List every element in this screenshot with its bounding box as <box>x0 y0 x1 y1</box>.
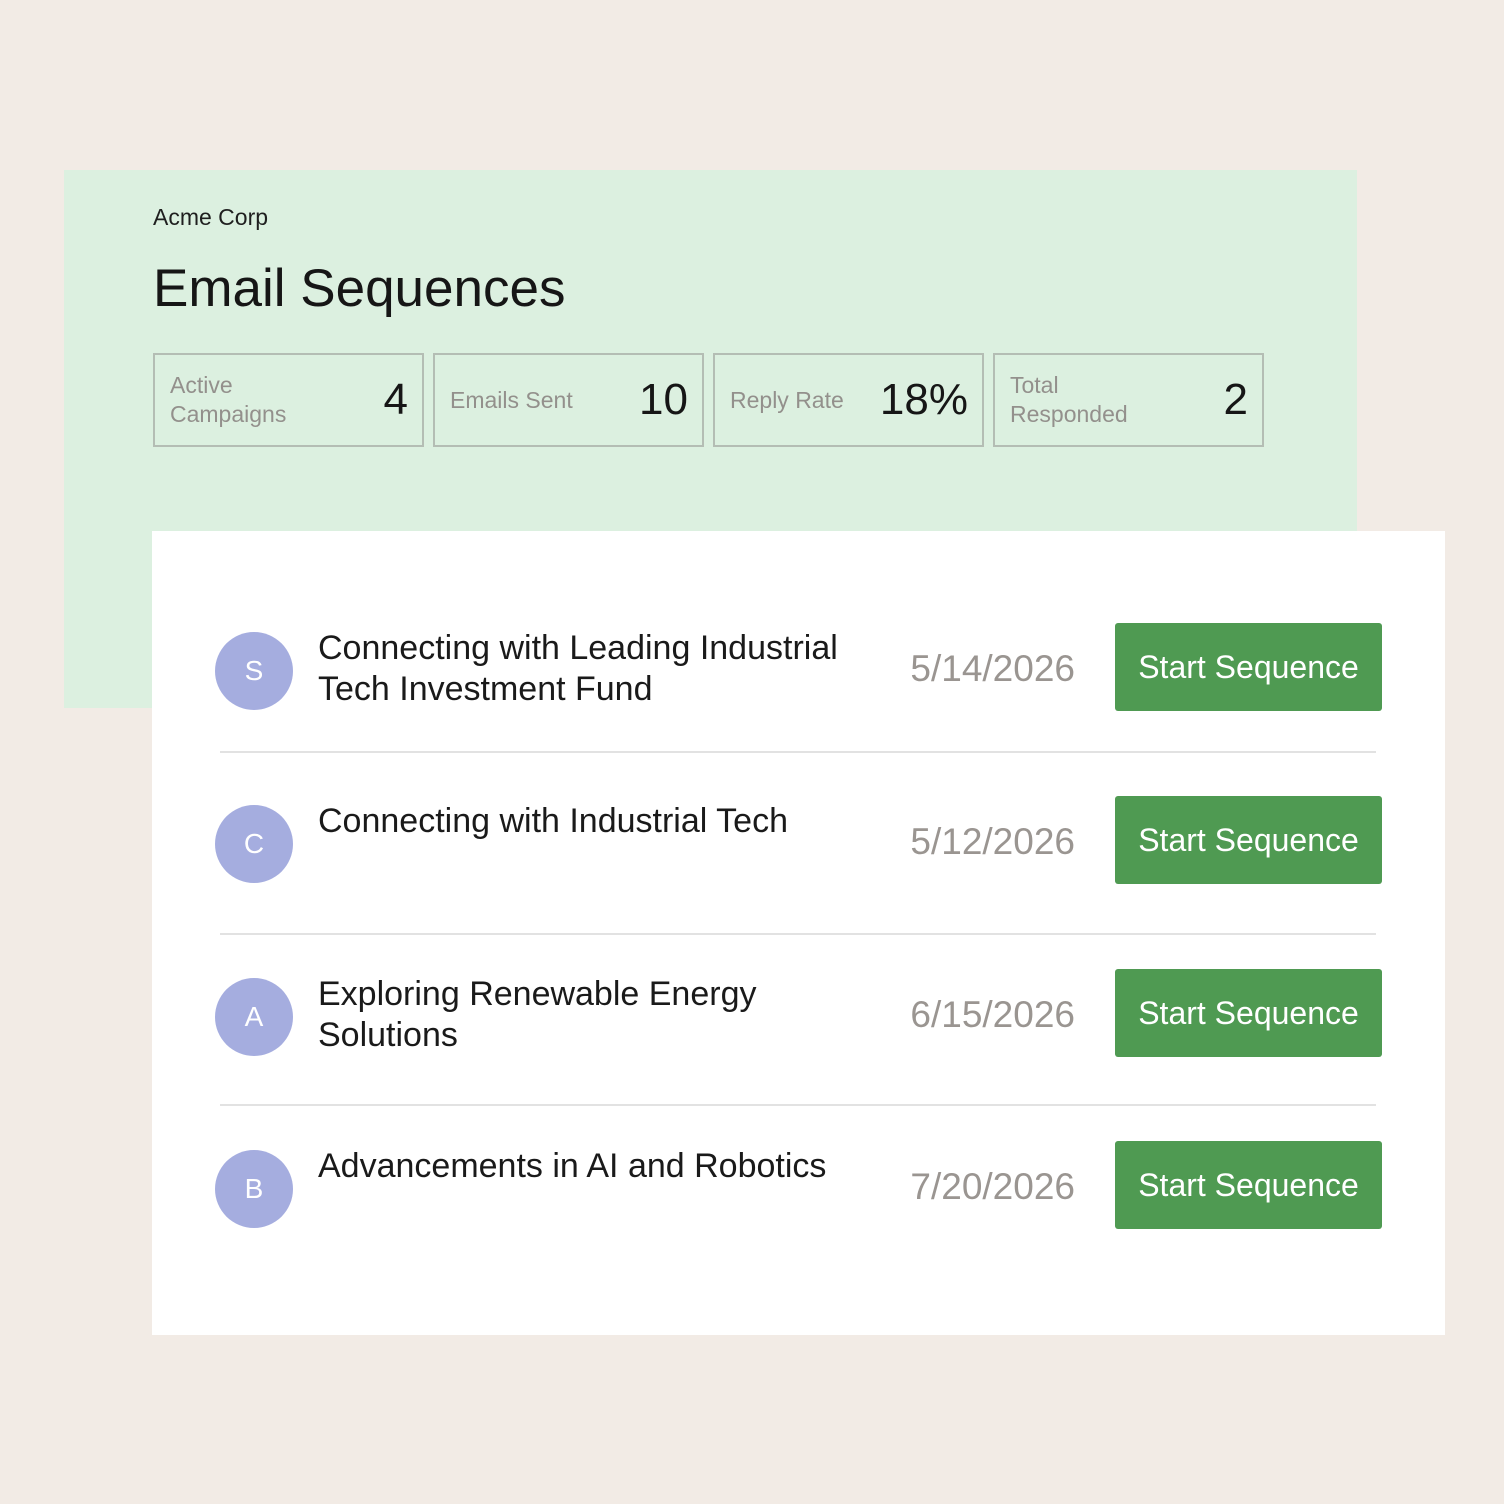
sequence-date: 5/14/2026 <box>910 648 1075 689</box>
sequence-date: 7/20/2026 <box>910 1166 1075 1207</box>
stats-bar: Active Campaigns 4 Emails Sent 10 Reply … <box>153 353 1264 447</box>
avatar: S <box>215 632 293 710</box>
stat-value: 2 <box>1223 375 1248 424</box>
avatar: C <box>215 805 293 883</box>
avatar: B <box>215 1150 293 1228</box>
company-name: Acme Corp <box>153 204 269 230</box>
stat-label: Total Responded <box>1010 372 1128 427</box>
stat-emails-sent: Emails Sent 10 <box>433 353 704 447</box>
row-divider <box>220 1104 1376 1106</box>
sequence-title: Connecting with Leading Industrial Tech … <box>318 629 838 708</box>
stat-value: 4 <box>383 375 408 424</box>
sequence-row: C Connecting with Industrial Tech 5/12/2… <box>215 796 1382 891</box>
start-sequence-button[interactable]: Start Sequence <box>1115 969 1382 1057</box>
stat-label: Emails Sent <box>450 386 573 413</box>
sequence-date: 5/12/2026 <box>910 821 1075 862</box>
stat-value: 18% <box>879 375 968 424</box>
row-divider <box>220 751 1376 753</box>
stat-active-campaigns: Active Campaigns 4 <box>153 353 424 447</box>
stat-label: Reply Rate <box>730 386 844 413</box>
sequence-row: B Advancements in AI and Robotics 7/20/2… <box>215 1141 1382 1236</box>
avatar: A <box>215 978 293 1056</box>
stat-reply-rate: Reply Rate 18% <box>713 353 984 447</box>
start-sequence-button[interactable]: Start Sequence <box>1115 1141 1382 1229</box>
sequence-row: S Connecting with Leading Industrial Tec… <box>215 623 1382 718</box>
row-divider <box>220 933 1376 935</box>
sequence-title: Advancements in AI and Robotics <box>318 1147 827 1185</box>
sequence-list: S Connecting with Leading Industrial Tec… <box>152 531 1445 1335</box>
page-title: Email Sequences <box>153 259 566 318</box>
sequence-row: A Exploring Renewable Energy Solutions 6… <box>215 969 1382 1064</box>
start-sequence-button[interactable]: Start Sequence <box>1115 796 1382 884</box>
stat-value: 10 <box>639 375 688 424</box>
sequence-date: 6/15/2026 <box>910 994 1075 1035</box>
stat-total-responded: Total Responded 2 <box>993 353 1264 447</box>
start-sequence-button[interactable]: Start Sequence <box>1115 623 1382 711</box>
sequence-title: Exploring Renewable Energy Solutions <box>318 975 757 1054</box>
stat-label: Active Campaigns <box>170 372 287 427</box>
sequence-title: Connecting with Industrial Tech <box>318 802 788 840</box>
